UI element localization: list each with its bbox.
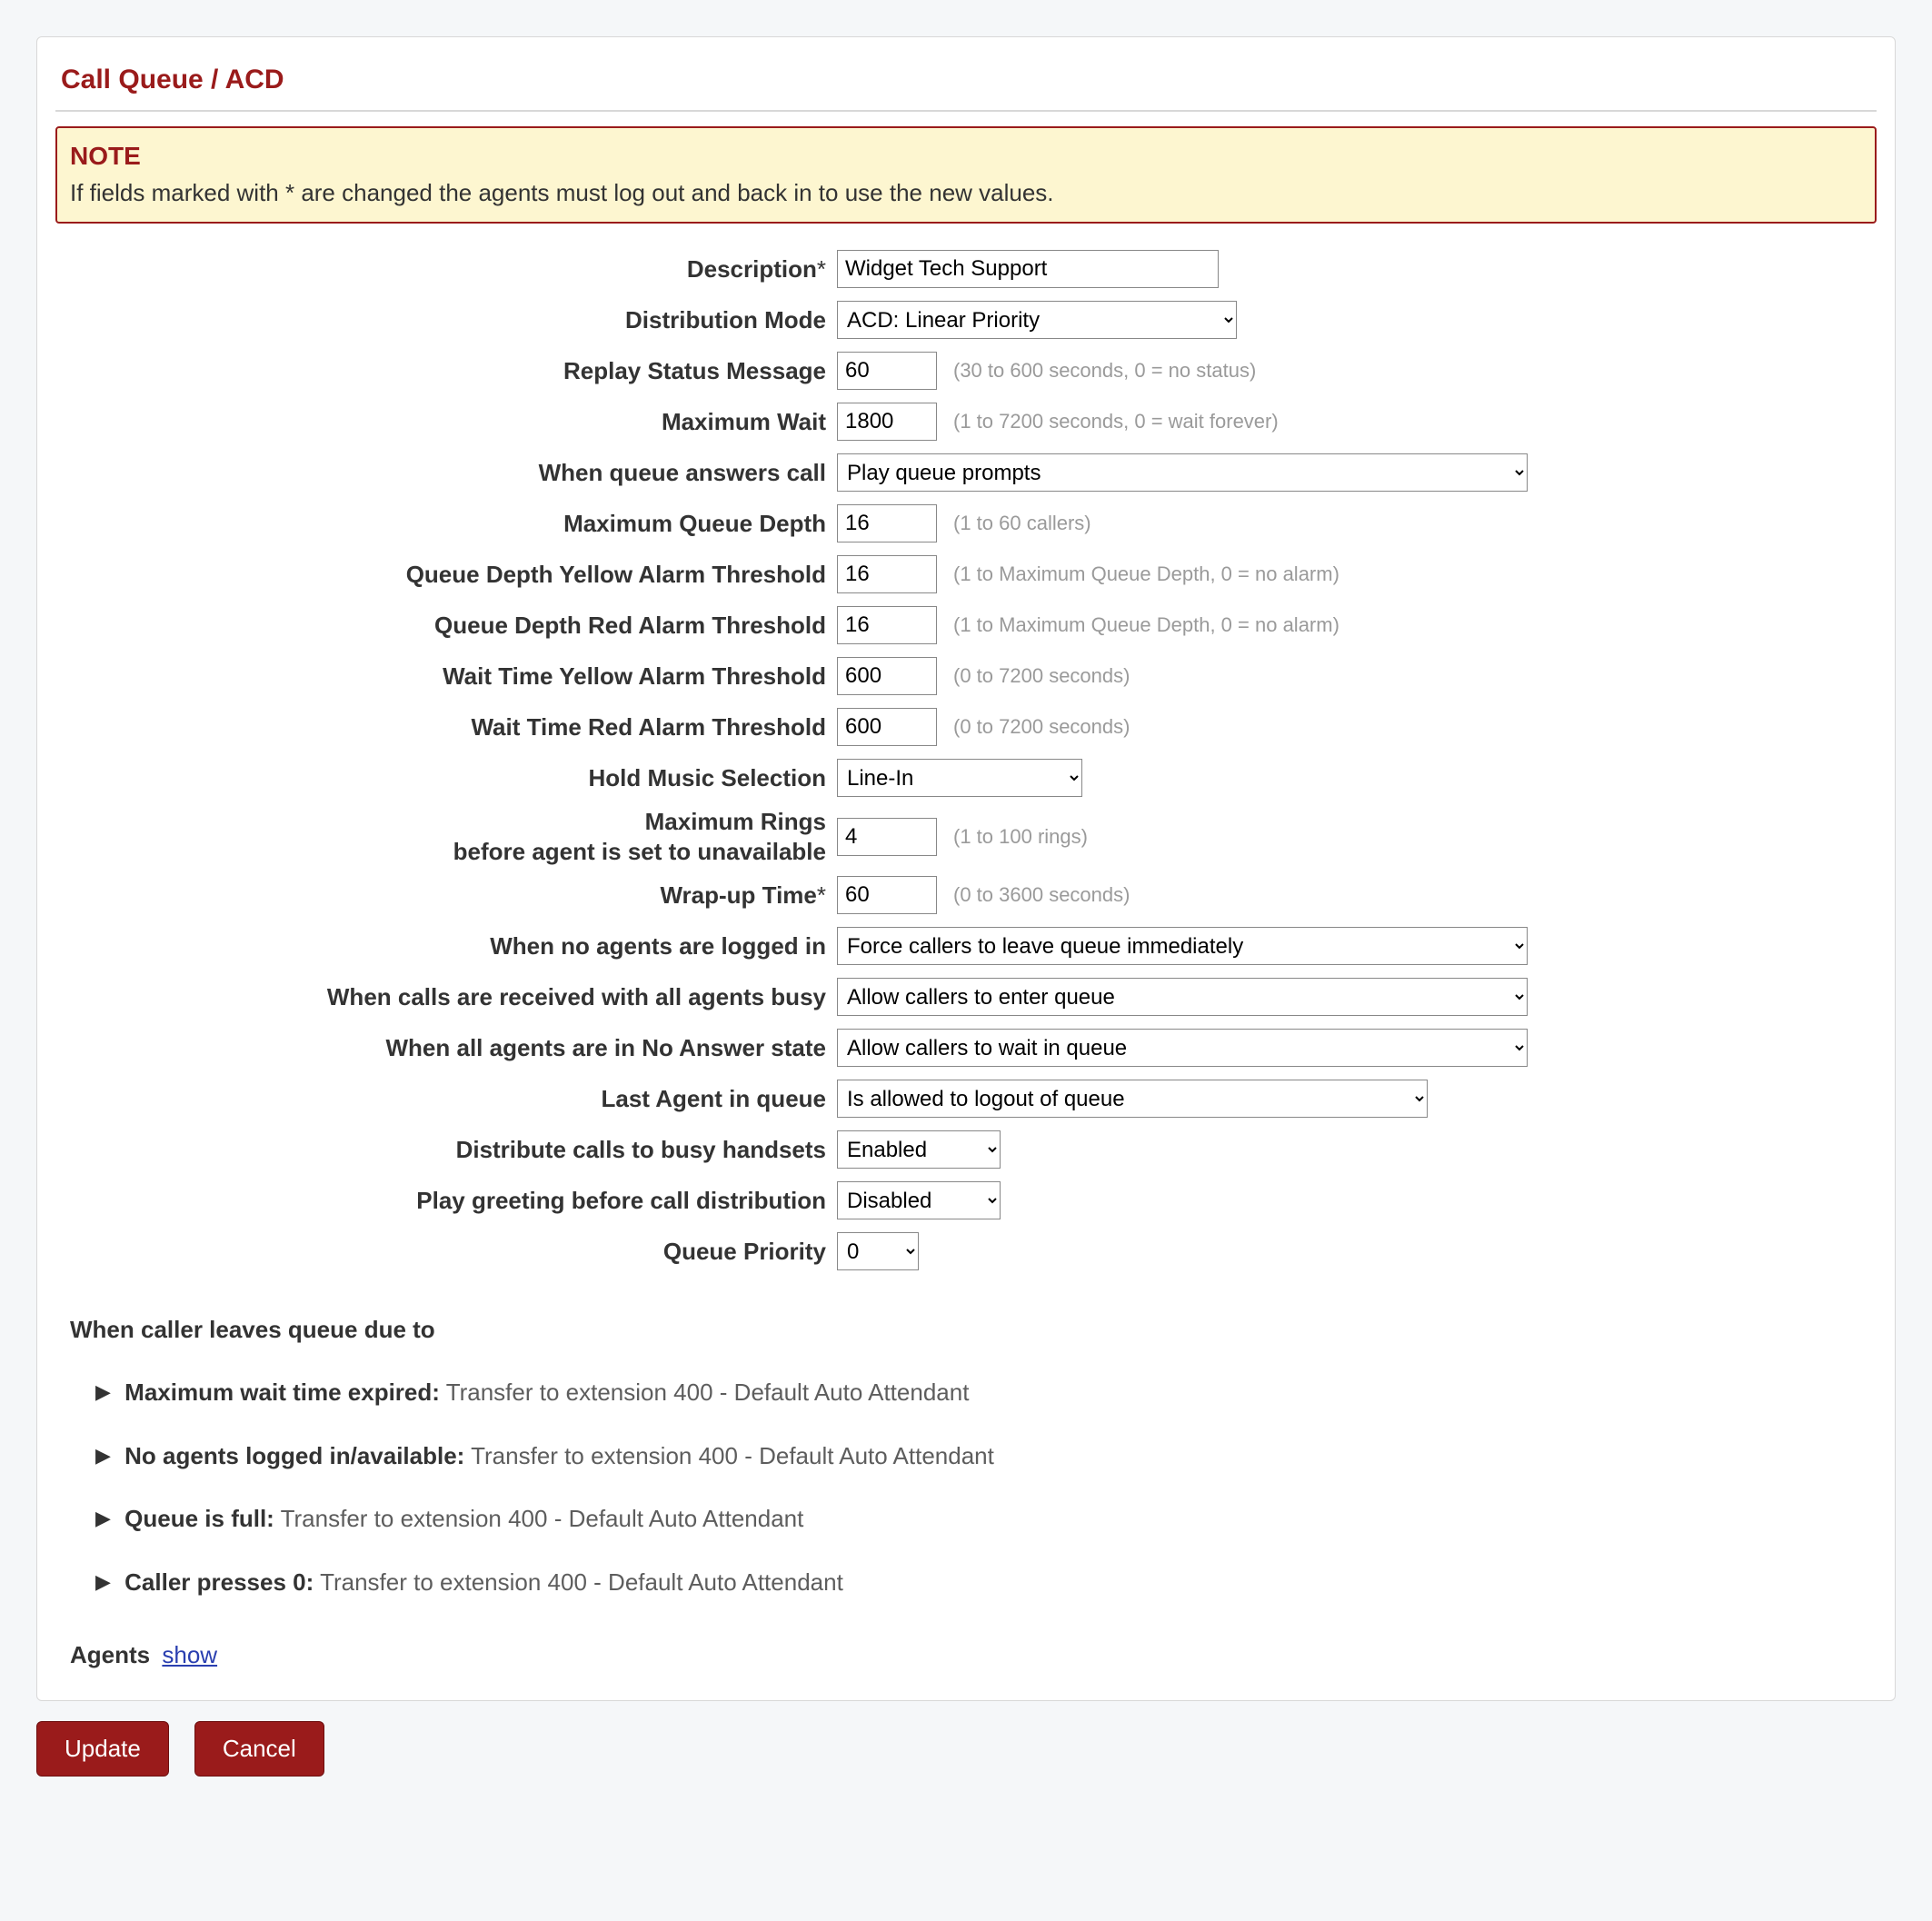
queue-answers-label: When queue answers call	[65, 458, 837, 488]
max-wait-input[interactable]	[837, 403, 937, 441]
dist-busy-label: Distribute calls to busy handsets	[65, 1135, 837, 1165]
triangle-right-icon: ▶	[95, 1373, 111, 1411]
replay-status-label: Replay Status Message	[65, 356, 837, 386]
depth-yellow-hint: (1 to Maximum Queue Depth, 0 = no alarm)	[953, 562, 1339, 586]
leave-item-label: Caller presses 0:	[124, 1568, 314, 1596]
leave-item-label: Queue is full:	[124, 1505, 274, 1532]
no-agents-label: When no agents are logged in	[65, 931, 837, 961]
no-agents-select[interactable]: Force callers to leave queue immediately	[837, 927, 1528, 965]
replay-status-hint: (30 to 600 seconds, 0 = no status)	[953, 359, 1256, 383]
leave-item-value: Transfer to extension 400 - Default Auto…	[446, 1379, 970, 1406]
max-wait-hint: (1 to 7200 seconds, 0 = wait forever)	[953, 410, 1279, 433]
depth-red-label: Queue Depth Red Alarm Threshold	[65, 611, 837, 641]
all-no-answer-label: When all agents are in No Answer state	[65, 1033, 837, 1063]
wait-yellow-input[interactable]	[837, 657, 937, 695]
triangle-right-icon: ▶	[95, 1563, 111, 1601]
leave-heading: When caller leaves queue due to	[70, 1308, 1867, 1352]
max-depth-hint: (1 to 60 callers)	[953, 512, 1091, 535]
hold-music-select[interactable]: Line-In	[837, 759, 1082, 797]
panel-title: Call Queue / ACD	[55, 55, 1877, 112]
dist-mode-select[interactable]: ACD: Linear Priority	[837, 301, 1237, 339]
leave-item-value: Transfer to extension 400 - Default Auto…	[281, 1505, 804, 1532]
wait-red-label: Wait Time Red Alarm Threshold	[65, 712, 837, 742]
max-wait-label: Maximum Wait	[65, 407, 837, 437]
note-title: NOTE	[70, 137, 1862, 175]
queue-priority-label: Queue Priority	[65, 1237, 837, 1267]
update-button[interactable]: Update	[36, 1721, 169, 1777]
leave-item-no-agents[interactable]: ▶ No agents logged in/available: Transfe…	[70, 1434, 1867, 1478]
leave-item-max-wait[interactable]: ▶ Maximum wait time expired: Transfer to…	[70, 1370, 1867, 1415]
cancel-button[interactable]: Cancel	[194, 1721, 324, 1777]
leave-item-queue-full[interactable]: ▶ Queue is full: Transfer to extension 4…	[70, 1497, 1867, 1541]
all-busy-label: When calls are received with all agents …	[65, 982, 837, 1012]
call-queue-panel: Call Queue / ACD NOTE If fields marked w…	[36, 36, 1896, 1701]
max-rings-input[interactable]	[837, 818, 937, 856]
wait-yellow-label: Wait Time Yellow Alarm Threshold	[65, 662, 837, 692]
description-input[interactable]	[837, 250, 1219, 288]
wrap-up-input[interactable]	[837, 876, 937, 914]
leave-item-label: No agents logged in/available:	[124, 1442, 464, 1469]
agents-label: Agents	[70, 1641, 150, 1668]
play-greeting-label: Play greeting before call distribution	[65, 1186, 837, 1216]
description-label: Description	[687, 255, 817, 283]
last-agent-label: Last Agent in queue	[65, 1084, 837, 1114]
button-row: Update Cancel	[36, 1721, 1896, 1777]
wait-red-input[interactable]	[837, 708, 937, 746]
leave-section: When caller leaves queue due to ▶ Maximu…	[55, 1280, 1877, 1632]
agents-show-link[interactable]: show	[162, 1641, 217, 1668]
leave-item-value: Transfer to extension 400 - Default Auto…	[320, 1568, 843, 1596]
wait-red-hint: (0 to 7200 seconds)	[953, 715, 1130, 739]
last-agent-select[interactable]: Is allowed to logout of queue	[837, 1080, 1428, 1118]
queue-priority-select[interactable]: 0	[837, 1232, 919, 1270]
dist-busy-select[interactable]: Enabled	[837, 1130, 1001, 1169]
note-text: If fields marked with * are changed the …	[70, 175, 1862, 211]
leave-item-press-0[interactable]: ▶ Caller presses 0: Transfer to extensio…	[70, 1560, 1867, 1605]
depth-red-input[interactable]	[837, 606, 937, 644]
note-box: NOTE If fields marked with * are changed…	[55, 126, 1877, 224]
depth-yellow-input[interactable]	[837, 555, 937, 593]
wrap-up-hint: (0 to 3600 seconds)	[953, 883, 1130, 907]
max-rings-label: Maximum Rings before agent is set to una…	[65, 807, 837, 866]
hold-music-label: Hold Music Selection	[65, 763, 837, 793]
star-icon: *	[817, 255, 826, 283]
all-busy-select[interactable]: Allow callers to enter queue	[837, 978, 1528, 1016]
max-depth-label: Maximum Queue Depth	[65, 509, 837, 539]
leave-item-value: Transfer to extension 400 - Default Auto…	[471, 1442, 994, 1469]
all-no-answer-select[interactable]: Allow callers to wait in queue	[837, 1029, 1528, 1067]
agents-row: Agents show	[55, 1632, 1877, 1682]
max-depth-input[interactable]	[837, 504, 937, 542]
depth-yellow-label: Queue Depth Yellow Alarm Threshold	[65, 560, 837, 590]
triangle-right-icon: ▶	[95, 1499, 111, 1538]
wait-yellow-hint: (0 to 7200 seconds)	[953, 664, 1130, 688]
max-rings-hint: (1 to 100 rings)	[953, 825, 1088, 849]
wrap-up-label: Wrap-up Time	[660, 881, 816, 909]
form-area: Description* Distribution Mode ACD: Line…	[55, 224, 1877, 1273]
depth-red-hint: (1 to Maximum Queue Depth, 0 = no alarm)	[953, 613, 1339, 637]
play-greeting-select[interactable]: Disabled	[837, 1181, 1001, 1219]
dist-mode-label: Distribution Mode	[65, 305, 837, 335]
replay-status-input[interactable]	[837, 352, 937, 390]
star-icon: *	[817, 881, 826, 909]
triangle-right-icon: ▶	[95, 1437, 111, 1475]
leave-item-label: Maximum wait time expired:	[124, 1379, 440, 1406]
queue-answers-select[interactable]: Play queue prompts	[837, 453, 1528, 492]
